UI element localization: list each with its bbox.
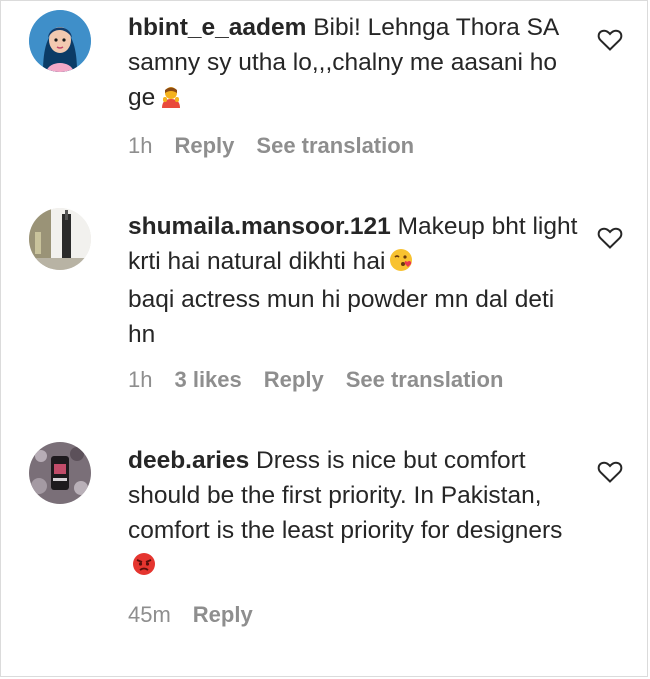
avatar-illustration-icon — [29, 10, 91, 72]
comment-time: 45m — [128, 602, 171, 627]
reply-button[interactable]: Reply — [193, 602, 253, 627]
reply-button[interactable]: Reply — [264, 367, 324, 392]
avatar-photo-icon — [29, 208, 91, 270]
comment-body: shumaila.mansoor.121 Makeup bht light kr… — [128, 209, 578, 352]
avatar[interactable] — [29, 208, 91, 270]
see-translation-button[interactable]: See translation — [346, 367, 504, 392]
likes-count-button[interactable]: 3 likes — [174, 367, 241, 392]
comment-time: 1h — [128, 133, 153, 158]
angry-face-emoji-icon — [132, 551, 156, 586]
like-heart-icon[interactable] — [597, 28, 625, 54]
comment-time: 1h — [128, 367, 153, 392]
like-heart-icon[interactable] — [597, 460, 625, 486]
comment-body: deeb.aries Dress is nice but comfort sho… — [128, 443, 578, 586]
comment-meta: 45m Reply — [128, 602, 275, 628]
comment-meta: 1h 3 likes Reply See translation — [128, 367, 525, 393]
comment-username[interactable]: hbint_e_aadem — [128, 14, 306, 41]
avatar-photo-icon — [29, 442, 91, 504]
see-translation-button[interactable]: See translation — [256, 133, 414, 158]
avatar[interactable] — [29, 10, 91, 72]
comment-text-continued: baqi actress mun hi powder mn dal deti h… — [128, 286, 555, 348]
comment-username[interactable]: shumaila.mansoor.121 — [128, 213, 391, 240]
comment-username[interactable]: deeb.aries — [128, 447, 249, 474]
reply-button[interactable]: Reply — [174, 133, 234, 158]
comment-body: hbint_e_aadem Bibi! Lehnga Thora SA samn… — [128, 10, 578, 118]
like-heart-icon[interactable] — [597, 226, 625, 252]
face-blowing-kiss-emoji-icon — [389, 247, 413, 282]
person-bowing-emoji-icon — [159, 83, 183, 118]
avatar[interactable] — [29, 442, 91, 504]
comment-meta: 1h Reply See translation — [128, 133, 436, 159]
